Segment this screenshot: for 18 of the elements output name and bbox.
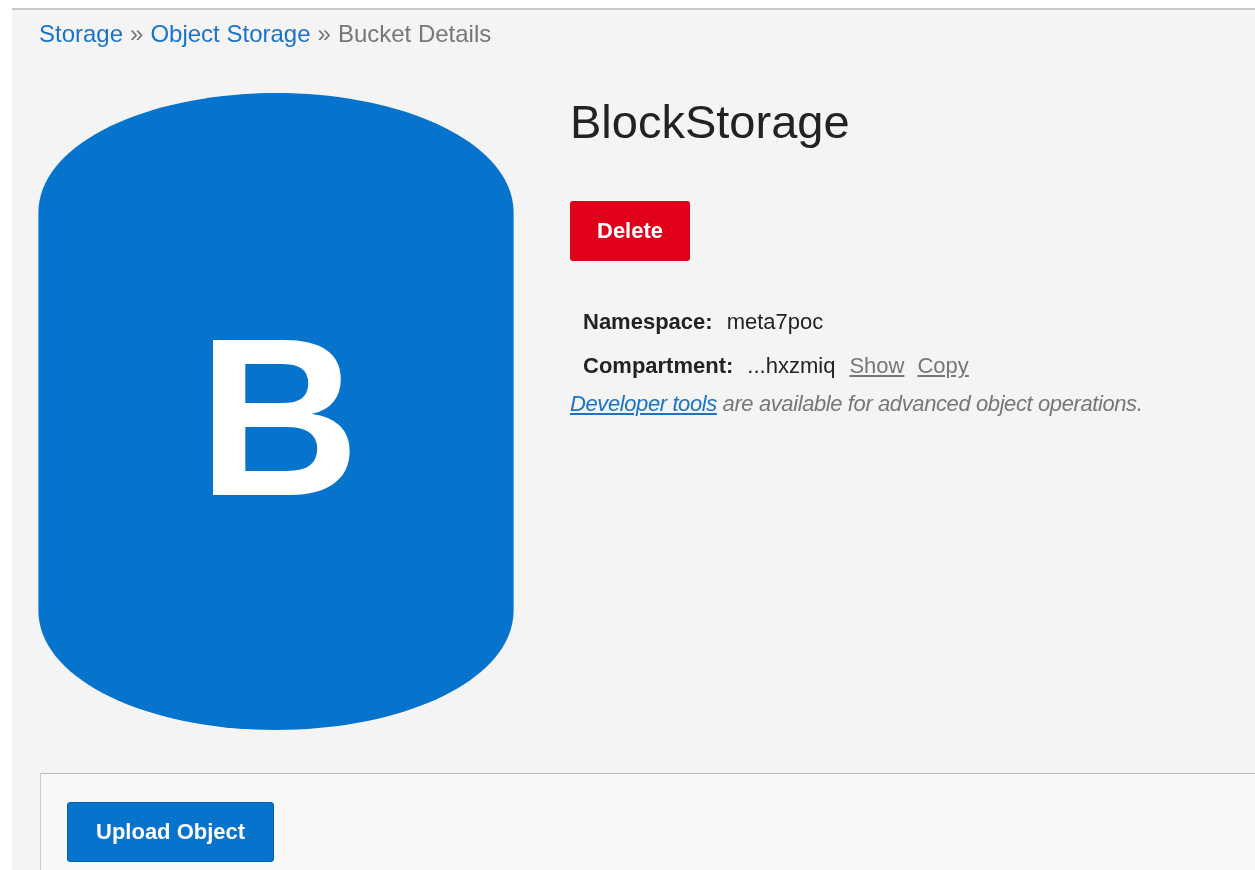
breadcrumb-link[interactable]: Storage — [39, 20, 124, 48]
detail-link[interactable]: Show — [849, 353, 905, 379]
breadcrumb-current: Bucket Details — [337, 20, 492, 48]
delete-button[interactable]: Delete — [570, 201, 691, 261]
bucket-title: BlockStorage — [570, 95, 850, 149]
detail-value: ...hxzmiq — [747, 353, 836, 379]
detail-value: meta7poc — [726, 309, 824, 335]
developer-tools-note: Developer tools are available for advanced object operations. — [570, 391, 1143, 417]
bucket-letter: B — [198, 305, 360, 529]
detail-label: Compartment: — [583, 353, 734, 379]
upload-object-button[interactable]: Upload Object — [67, 802, 275, 862]
breadcrumb-separator: » — [130, 20, 144, 48]
breadcrumb-link[interactable]: Object Storage — [150, 20, 311, 48]
breadcrumb-separator: » — [317, 20, 331, 48]
developer-tools-link[interactable]: Developer tools — [570, 391, 717, 416]
detail-label: Namespace: — [583, 309, 713, 335]
bucket-cylinder-icon — [38, 93, 514, 730]
detail-link[interactable]: Copy — [917, 353, 969, 379]
